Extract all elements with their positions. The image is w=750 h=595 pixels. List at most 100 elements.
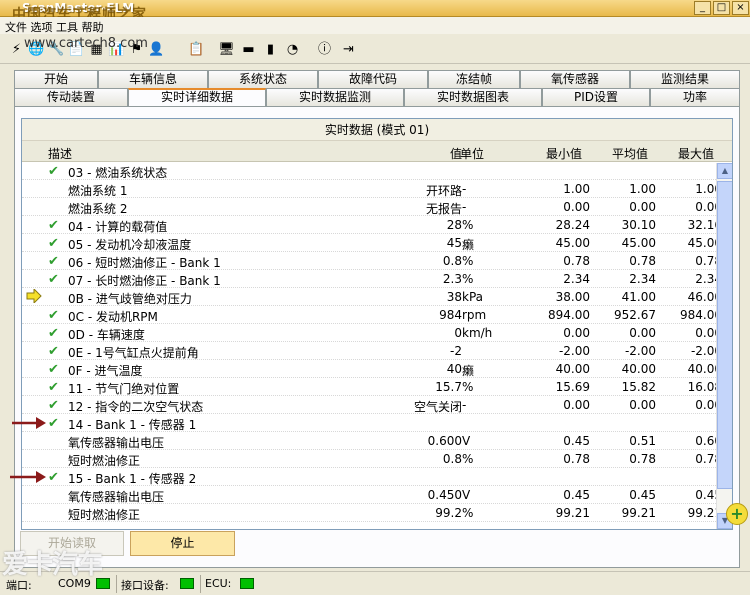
- table-row[interactable]: ✔ 11 - 节气门绝对位置 15.7% 15.69 15.82 16.08: [22, 378, 732, 396]
- close-button[interactable]: ×: [732, 1, 749, 15]
- tab-live-detail[interactable]: 实时详细数据: [128, 88, 266, 107]
- vertical-scrollbar[interactable]: ▲ ▼: [716, 163, 732, 529]
- table-row[interactable]: ✔ 05 - 发动机冷却液温度 45 癞 45.00 45.00 45.00: [22, 234, 732, 252]
- add-icon[interactable]: +: [726, 503, 748, 525]
- tab-freeze-frame[interactable]: 冻结帧: [428, 70, 520, 88]
- table-row[interactable]: 燃油系统 1 开环路 -1.00 1.00 1.00: [22, 180, 732, 198]
- row-description: 0B - 进气歧管绝对压力: [68, 292, 192, 306]
- row-description: 0C - 发动机RPM: [68, 310, 158, 324]
- tab-start[interactable]: 开始: [14, 70, 98, 88]
- tab-o2-sensor[interactable]: 氧传感器: [520, 70, 630, 88]
- menu-bar: 文件 选项 工具 帮助: [0, 17, 750, 34]
- terminal-icon[interactable]: ▬: [240, 41, 257, 58]
- minimize-button[interactable]: _: [694, 1, 711, 15]
- row-avg: 952.67: [614, 308, 656, 322]
- pointer-arrow-icon: [26, 289, 42, 303]
- scroll-thumb[interactable]: [717, 181, 732, 489]
- header-unit[interactable]: 单位: [460, 145, 484, 162]
- row-min: 0.78: [563, 254, 590, 268]
- table-row[interactable]: ✔ 0F - 进气温度 40 癞 40.00 40.00 40.00: [22, 360, 732, 378]
- tab-transmission[interactable]: 传动装置: [14, 88, 128, 106]
- row-avg: 1.00: [629, 182, 656, 196]
- table-row[interactable]: 0B - 进气歧管绝对压力 38 kPa 38.00 41.00 46.00: [22, 288, 732, 306]
- check-icon: ✔: [48, 326, 59, 341]
- row-value: 0.600: [427, 434, 462, 448]
- row-unit: %: [462, 506, 474, 520]
- row-min: 45.00: [555, 236, 590, 250]
- exit-icon[interactable]: ⇥: [340, 41, 357, 58]
- tab-trouble-codes[interactable]: 故障代码: [318, 70, 428, 88]
- row-value: 0.8: [442, 254, 462, 268]
- row-description: 氧传感器输出电压: [68, 436, 165, 450]
- row-unit: %: [462, 452, 474, 466]
- row-value: 2.3: [442, 272, 462, 286]
- table-row[interactable]: 燃油系统 2 无报告 -0.00 0.00 0.00: [22, 198, 732, 216]
- ecu-label: ECU:: [205, 577, 232, 590]
- row-description: 0F - 进气温度: [68, 364, 143, 378]
- check-icon: ✔: [48, 164, 59, 179]
- tab-pid-settings[interactable]: PID设置: [542, 88, 650, 106]
- row-avg: 45.00: [621, 236, 656, 250]
- check-icon: ✔: [48, 362, 59, 377]
- maximize-button[interactable]: □: [713, 1, 730, 15]
- row-min: 0.00: [563, 326, 590, 340]
- table-row[interactable]: ✔ 04 - 计算的载荷值 28% 28.24 30.10 32.16: [22, 216, 732, 234]
- clipboard-icon[interactable]: 📋: [188, 41, 205, 58]
- status-separator: [200, 575, 201, 593]
- table-row[interactable]: ✔ 03 - 燃油系统状态: [22, 162, 732, 180]
- table-row[interactable]: 短时燃油修正 99.2% 99.21 99.21 99.21: [22, 504, 732, 522]
- row-description: 07 - 长时燃油修正 - Bank 1: [68, 274, 221, 288]
- tab-live-graph[interactable]: 实时数据图表: [404, 88, 542, 106]
- scroll-up-icon[interactable]: ▲: [717, 163, 732, 179]
- connect-icon[interactable]: ⚡: [8, 41, 25, 58]
- table-row[interactable]: 氧传感器输出电压 0.600 V 0.45 0.51 0.60: [22, 432, 732, 450]
- table-row[interactable]: 短时燃油修正 0.8% 0.78 0.78 0.78: [22, 450, 732, 468]
- table-row[interactable]: ✔ 15 - Bank 1 - 传感器 2: [22, 468, 732, 486]
- header-avg[interactable]: 平均值: [612, 145, 648, 162]
- row-description: 11 - 节气门绝对位置: [68, 382, 180, 396]
- stop-button[interactable]: 停止: [130, 531, 235, 556]
- info-icon[interactable]: ⓘ: [316, 41, 333, 58]
- row-avg: 15.82: [621, 380, 656, 394]
- row-min: 0.45: [563, 488, 590, 502]
- row-min: 99.21: [555, 506, 590, 520]
- row-value: 0: [454, 326, 462, 340]
- table-row[interactable]: ✔ 0E - 1号气缸点火提前角 -2 -2.00 -2.00 -2.00: [22, 342, 732, 360]
- monitor-icon[interactable]: 🖥: [218, 41, 235, 58]
- live-data-table: 实时数据 (模式 01) 描述 值 单位 最小值 平均值 最大值 ✔ 03 - 燃…: [21, 118, 733, 530]
- header-min[interactable]: 最小值: [546, 145, 582, 162]
- row-unit: -: [462, 398, 467, 412]
- row-unit: %: [462, 218, 474, 232]
- person-icon[interactable]: 👤: [148, 41, 165, 58]
- tab-monitor-results[interactable]: 监测结果: [630, 70, 740, 88]
- table-row[interactable]: ✔ 14 - Bank 1 - 传感器 1: [22, 414, 732, 432]
- table-row[interactable]: ✔ 06 - 短时燃油修正 - Bank 1 0.8% 0.78 0.78 0.78: [22, 252, 732, 270]
- tab-live-monitor[interactable]: 实时数据监测: [266, 88, 404, 106]
- row-min: -2.00: [558, 344, 590, 358]
- table-caption: 实时数据 (模式 01): [22, 119, 732, 141]
- row-description: 04 - 计算的载荷值: [68, 220, 168, 234]
- row-min: 2.34: [563, 272, 590, 286]
- table-row[interactable]: ✔ 07 - 长时燃油修正 - Bank 1 2.3% 2.34 2.34 2.34: [22, 270, 732, 288]
- header-desc[interactable]: 描述: [48, 145, 72, 162]
- table-row[interactable]: ✔ 0C - 发动机RPM 984 rpm 894.00 952.67 984.00: [22, 306, 732, 324]
- row-description: 03 - 燃油系统状态: [68, 166, 168, 180]
- row-description: 0E - 1号气缸点火提前角: [68, 346, 199, 360]
- table-row[interactable]: ✔ 12 - 指令的二次空气状态 空气关闭 -0.00 0.00 0.00: [22, 396, 732, 414]
- row-description: 短时燃油修正: [68, 454, 141, 468]
- header-max[interactable]: 最大值: [678, 145, 714, 162]
- row-unit: V: [462, 488, 471, 502]
- table-row[interactable]: 氧传感器输出电压 0.450 V 0.45 0.45 0.45: [22, 486, 732, 504]
- menu-items[interactable]: 文件 选项 工具 帮助: [5, 19, 104, 35]
- tab-system-status[interactable]: 系统状态: [208, 70, 318, 88]
- row-value: 开环路: [425, 184, 462, 198]
- row-min: 38.00: [555, 290, 590, 304]
- battery-icon[interactable]: ▮: [262, 41, 279, 58]
- tab-vehicle-info[interactable]: 车辆信息: [98, 70, 208, 88]
- gauge-icon[interactable]: ◔: [284, 41, 301, 58]
- row-description: 0D - 车辆速度: [68, 328, 145, 342]
- table-row[interactable]: ✔ 0D - 车辆速度 0 km/h 0.00 0.00 0.00: [22, 324, 732, 342]
- row-avg: 0.45: [629, 488, 656, 502]
- tab-power[interactable]: 功率: [650, 88, 740, 106]
- row-avg: 0.00: [629, 398, 656, 412]
